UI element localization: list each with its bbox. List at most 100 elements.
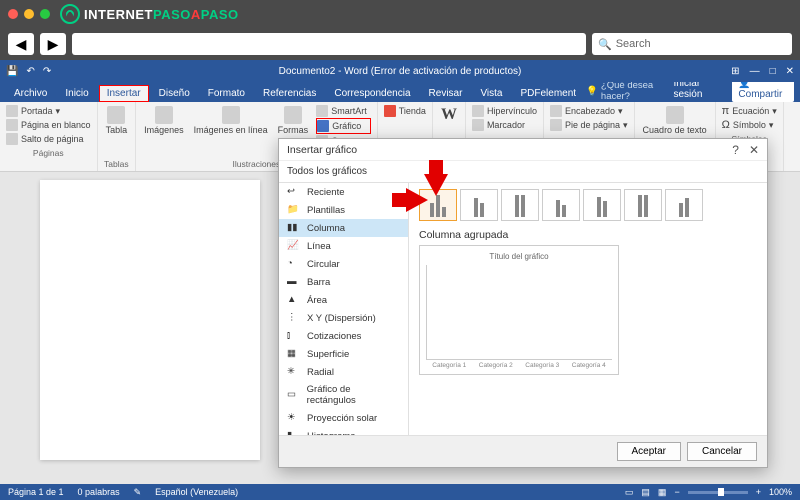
hipervinculo-button[interactable]: Hipervínculo xyxy=(472,104,537,118)
preview-chart-title: Título del gráfico xyxy=(426,252,612,261)
window-close-dot[interactable] xyxy=(8,9,18,19)
status-words[interactable]: 0 palabras xyxy=(78,487,120,497)
ct-linea[interactable]: 📈Línea xyxy=(279,237,408,255)
site-logo: INTERNETPASOAPASO xyxy=(60,4,239,24)
chart-subtype-row xyxy=(419,189,757,221)
tab-pdfelement[interactable]: PDFelement xyxy=(513,85,585,102)
salto-pagina-button[interactable]: Salto de página xyxy=(6,132,91,146)
search-icon: 🔍 xyxy=(598,38,612,51)
portada-button[interactable]: Portada ▾ xyxy=(6,104,91,118)
zoom-in-icon[interactable]: + xyxy=(756,487,761,497)
subtype-stacked100[interactable] xyxy=(501,189,539,221)
ct-solar[interactable]: ☀Proyección solar xyxy=(279,409,408,427)
pagina-blanco-button[interactable]: Página en blanco xyxy=(6,118,91,132)
tab-diseno[interactable]: Diseño xyxy=(151,85,198,102)
chart-preview-box[interactable]: Título del gráfico Categoría 1Categoría … xyxy=(419,245,619,375)
tell-me-box[interactable]: 💡 ¿Qué desea hacer? xyxy=(586,80,671,102)
tab-revisar[interactable]: Revisar xyxy=(421,85,471,102)
ct-area[interactable]: ▲Área xyxy=(279,291,408,309)
subtype-3d-stacked[interactable] xyxy=(583,189,621,221)
logo-text-1: INTERNET xyxy=(84,7,153,22)
search-placeholder: Search xyxy=(616,38,651,50)
logo-text-2: PASO xyxy=(153,7,191,22)
view-print-icon[interactable]: ▤ xyxy=(641,487,650,498)
zoom-percent[interactable]: 100% xyxy=(769,487,792,497)
tab-referencias[interactable]: Referencias xyxy=(255,85,324,102)
chart-preview-panel: Columna agrupada Título del gráfico Cate… xyxy=(409,183,767,435)
subtype-stacked[interactable] xyxy=(460,189,498,221)
url-bar[interactable] xyxy=(72,33,586,55)
formas-button[interactable]: Formas xyxy=(276,104,311,137)
insert-chart-dialog: Insertar gráfico ? ✕ Todos los gráficos … xyxy=(278,138,768,468)
marcador-button[interactable]: Marcador xyxy=(472,118,537,132)
group-paginas-label: Páginas xyxy=(6,146,91,158)
ct-circular[interactable]: ◔Circular xyxy=(279,255,408,273)
ct-superficie[interactable]: ▦Superficie xyxy=(279,345,408,363)
dialog-tab-all[interactable]: Todos los gráficos xyxy=(279,161,767,183)
dialog-close-icon[interactable]: ✕ xyxy=(749,143,759,157)
close-icon[interactable]: ✕ xyxy=(786,66,794,77)
tab-vista[interactable]: Vista xyxy=(472,85,510,102)
tab-insertar[interactable]: Insertar xyxy=(99,85,149,102)
nav-back-button[interactable]: ◀ xyxy=(8,33,34,55)
ct-histograma[interactable]: ▮Histograma xyxy=(279,427,408,435)
group-vinculos-label xyxy=(472,132,537,134)
smartart-button[interactable]: SmartArt xyxy=(316,104,371,118)
subtype-3d-stacked100[interactable] xyxy=(624,189,662,221)
ct-columna[interactable]: ▮▮Columna xyxy=(279,219,408,237)
group-tablas-label: Tablas xyxy=(104,157,130,169)
ribbon-tabs: Archivo Inicio Insertar Diseño Formato R… xyxy=(0,82,800,102)
encabezado-button[interactable]: Encabezado ▾ xyxy=(550,104,628,118)
annotation-arrow-right xyxy=(392,188,428,212)
status-language[interactable]: Español (Venezuela) xyxy=(155,487,238,497)
ct-cotizaciones[interactable]: ⫾Cotizaciones xyxy=(279,327,408,345)
wikipedia-button[interactable]: W xyxy=(439,104,459,126)
view-read-icon[interactable]: ▭ xyxy=(625,487,634,498)
status-spellcheck-icon[interactable]: ✎ xyxy=(134,487,142,498)
window-min-dot[interactable] xyxy=(24,9,34,19)
window-max-dot[interactable] xyxy=(40,9,50,19)
tabla-button[interactable]: Tabla xyxy=(104,104,130,137)
zoom-out-icon[interactable]: − xyxy=(674,487,679,497)
ct-barra[interactable]: ▬Barra xyxy=(279,273,408,291)
tienda-button[interactable]: Tienda xyxy=(384,104,426,118)
chart-type-list: ↩Reciente 📁Plantillas ▮▮Columna 📈Línea ◔… xyxy=(279,183,409,435)
minimize-icon[interactable]: — xyxy=(750,66,760,77)
dialog-help-icon[interactable]: ? xyxy=(732,143,739,157)
tab-correspondencia[interactable]: Correspondencia xyxy=(326,85,418,102)
tab-formato[interactable]: Formato xyxy=(200,85,253,102)
ct-plantillas[interactable]: 📁Plantillas xyxy=(279,201,408,219)
cancelar-button[interactable]: Cancelar xyxy=(687,442,757,461)
zoom-slider[interactable] xyxy=(688,491,748,494)
pie-pagina-button[interactable]: Pie de página ▾ xyxy=(550,118,628,132)
status-page[interactable]: Página 1 de 1 xyxy=(8,487,64,497)
tab-archivo[interactable]: Archivo xyxy=(6,85,55,102)
tab-inicio[interactable]: Inicio xyxy=(57,85,96,102)
group-encabezado-label xyxy=(550,132,628,134)
ecuacion-button[interactable]: π Ecuación ▾ xyxy=(722,104,777,118)
ct-rectangulos[interactable]: ▭Gráfico de rectángulos xyxy=(279,381,408,409)
simbolo-button[interactable]: Ω Símbolo ▾ xyxy=(722,118,777,132)
imagenes-linea-button[interactable]: Imágenes en línea xyxy=(192,104,270,137)
document-page[interactable] xyxy=(40,180,260,460)
status-bar: Página 1 de 1 0 palabras ✎ Español (Vene… xyxy=(0,484,800,500)
save-icon[interactable]: 💾 xyxy=(6,66,18,77)
ct-radial[interactable]: ✳Radial xyxy=(279,363,408,381)
undo-icon[interactable]: ↶ xyxy=(26,66,34,77)
ribbon-options-icon[interactable]: ⊞ xyxy=(731,66,739,77)
subtype-3d-clustered[interactable] xyxy=(542,189,580,221)
search-bar[interactable]: 🔍 Search xyxy=(592,33,792,55)
preview-chart-categories: Categoría 1Categoría 2Categoría 3Categor… xyxy=(426,362,612,369)
nav-forward-button[interactable]: ▶ xyxy=(40,33,66,55)
imagenes-button[interactable]: Imágenes xyxy=(142,104,186,137)
logo-text-3: A xyxy=(191,7,201,22)
view-web-icon[interactable]: ▦ xyxy=(658,487,667,498)
subtype-3d-column[interactable] xyxy=(665,189,703,221)
cuadro-texto-button[interactable]: Cuadro de texto xyxy=(641,104,709,137)
ct-reciente[interactable]: ↩Reciente xyxy=(279,183,408,201)
aceptar-button[interactable]: Aceptar xyxy=(617,442,681,461)
redo-icon[interactable]: ↷ xyxy=(43,66,51,77)
grafico-button[interactable]: Gráfico xyxy=(316,118,371,134)
ct-xy[interactable]: ⋮X Y (Dispersión) xyxy=(279,309,408,327)
maximize-icon[interactable]: □ xyxy=(770,66,776,77)
